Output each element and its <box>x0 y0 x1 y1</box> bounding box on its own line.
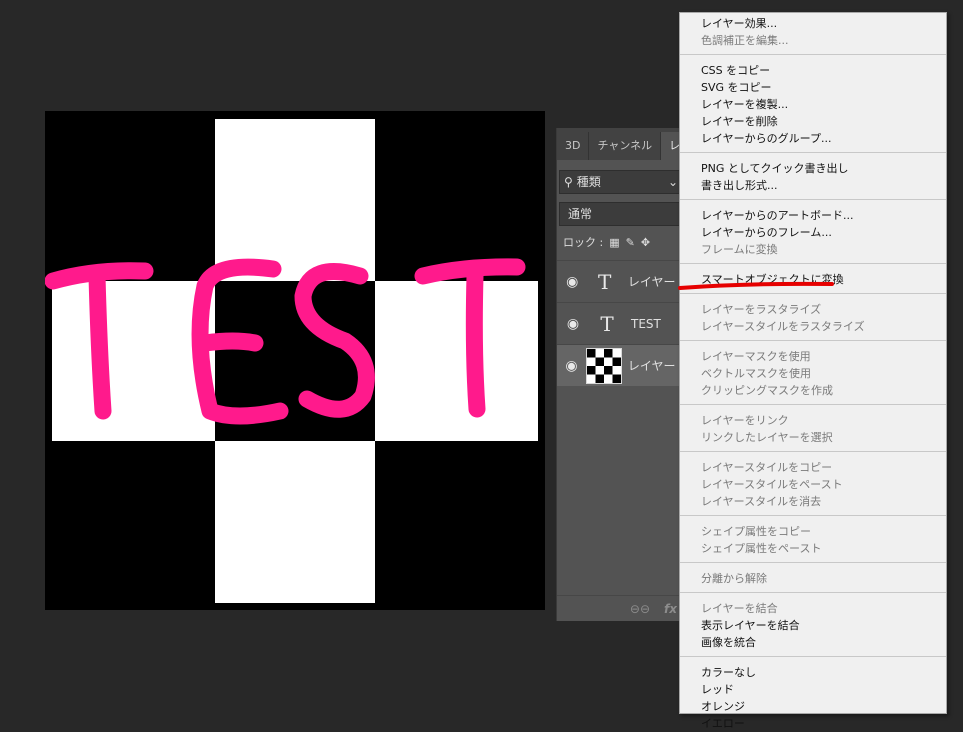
lock-move-icon[interactable]: ✥ <box>641 232 650 254</box>
menu-item[interactable]: レイヤーからのグループ... <box>680 130 946 147</box>
menu-group: シェイプ属性をコピー シェイプ属性をペースト <box>680 521 946 557</box>
fx-icon[interactable]: fx <box>664 602 677 616</box>
menu-item: リンクしたレイヤーを選択 <box>701 431 833 444</box>
menu-separator <box>680 54 946 55</box>
tab-3d[interactable]: 3D <box>557 132 590 160</box>
layer-thumbnail <box>585 347 622 384</box>
panel-footer: ⊖⊖ fx <box>557 595 687 621</box>
handwritten-test-drawing <box>45 258 526 425</box>
menu-group: カラーなし レッド オレンジ イエロー <box>680 662 946 732</box>
visibility-eye-icon[interactable]: ◉ <box>557 274 588 290</box>
menu-item: レイヤーをラスタライズ <box>701 303 822 316</box>
lock-label: ロック : <box>563 236 604 249</box>
lock-paint-icon[interactable]: ✎ <box>626 232 635 254</box>
layer-row[interactable]: ◉ レイヤー 1 <box>557 344 687 386</box>
tab-channels[interactable]: チャンネル <box>589 132 662 160</box>
menu-separator <box>680 152 946 153</box>
menu-item[interactable]: PNG としてクイック書き出し <box>680 160 946 177</box>
menu-separator <box>680 199 946 200</box>
menu-item: レイヤースタイルをペースト <box>701 478 843 491</box>
menu-item: 分離から解除 <box>701 572 767 585</box>
menu-group: 分離から解除 <box>680 568 946 587</box>
menu-item: シェイプ属性をコピー <box>701 525 811 538</box>
text-layer-icon: T <box>598 269 612 294</box>
menu-group: レイヤーからのアートボード... レイヤーからのフレーム... フレームに変換 <box>680 205 946 258</box>
menu-item[interactable]: カラーなし <box>680 664 946 681</box>
visibility-eye-icon[interactable]: ◉ <box>557 358 586 374</box>
menu-group: PNG としてクイック書き出し 書き出し形式... <box>680 158 946 194</box>
menu-group: レイヤーをラスタライズレイヤースタイルをラスタライズ <box>680 299 946 335</box>
menu-item[interactable]: レイヤーを削除 <box>680 113 946 130</box>
menu-item[interactable]: レイヤーからのフレーム... <box>680 224 946 241</box>
menu-separator <box>680 451 946 452</box>
menu-item[interactable]: レイヤーからのアートボード... <box>680 207 946 224</box>
menu-item[interactable]: 画像を統合 <box>680 634 946 651</box>
layer-name[interactable]: TEST <box>631 317 661 331</box>
menu-item[interactable]: SVG をコピー <box>680 79 946 96</box>
menu-item[interactable]: オレンジ <box>680 698 946 715</box>
menu-item[interactable]: イエロー <box>680 715 946 732</box>
menu-item[interactable]: レイヤーを複製... <box>680 96 946 113</box>
red-annotation-underline <box>678 281 834 290</box>
menu-item[interactable]: レッド <box>680 681 946 698</box>
menu-separator <box>680 656 946 657</box>
menu-item: レイヤーを結合 <box>701 602 778 615</box>
menu-item: 色調補正を編集... <box>701 34 789 47</box>
menu-item: レイヤーマスクを使用 <box>701 350 811 363</box>
menu-separator <box>680 562 946 563</box>
chevron-down-icon: ⌄ <box>667 175 678 189</box>
menu-separator <box>680 515 946 516</box>
menu-item: レイヤースタイルをコピー <box>701 461 833 474</box>
menu-item[interactable]: 表示レイヤーを結合 <box>680 617 946 634</box>
layer-row[interactable]: ◉ T TEST <box>557 302 687 344</box>
checker-thumbnail-icon <box>585 347 622 384</box>
text-layer-icon: T <box>600 311 614 336</box>
menu-item: ベクトルマスクを使用 <box>701 367 811 380</box>
blend-mode-select[interactable]: 通常 <box>559 202 685 226</box>
menu-group: レイヤーマスクを使用 ベクトルマスクを使用クリッピングマスクを作成 <box>680 346 946 399</box>
layers-panel: 3D チャンネル レイヤ ⚲ 種類 ⌄ 通常 ロック : ▦ ✎ ✥ ◉ T レ… <box>556 128 687 621</box>
menu-item: フレームに変換 <box>701 243 778 256</box>
layer-context-menu: レイヤー効果... 色調補正を編集... CSS をコピー SVG をコピー レイヤーを… <box>679 12 947 730</box>
panel-tabs: 3D チャンネル レイヤ <box>557 128 687 160</box>
link-icon[interactable]: ⊖⊖ <box>630 602 650 616</box>
menu-group: CSS をコピー SVG をコピー レイヤーを複製... レイヤーを削除 レイヤーからの… <box>680 60 946 147</box>
menu-separator <box>680 340 946 341</box>
menu-group: レイヤーを結合表示レイヤーを結合 画像を統合 <box>680 598 946 651</box>
menu-item: シェイプ属性をペースト <box>701 542 822 555</box>
menu-item: レイヤースタイルを消去 <box>701 495 822 508</box>
menu-separator <box>680 592 946 593</box>
menu-item[interactable]: CSS をコピー <box>680 62 946 79</box>
layer-row[interactable]: ◉ T レイヤー 2 <box>557 260 687 302</box>
layer-kind-filter[interactable]: ⚲ 種類 ⌄ <box>559 170 685 194</box>
search-icon: ⚲ <box>564 175 573 189</box>
menu-separator <box>680 263 946 264</box>
menu-item[interactable]: 書き出し形式... <box>680 177 946 194</box>
document-canvas[interactable] <box>45 111 545 610</box>
filter-label: 種類 <box>576 175 601 189</box>
lock-row: ロック : ▦ ✎ ✥ <box>557 232 687 254</box>
menu-item: レイヤースタイルをラスタライズ <box>701 320 865 333</box>
menu-item: クリッピングマスクを作成 <box>701 384 833 397</box>
menu-group: レイヤースタイルをコピー レイヤースタイルをペースト レイヤースタイルを消去 <box>680 457 946 510</box>
menu-separator <box>680 404 946 405</box>
menu-item[interactable]: レイヤー効果... <box>680 15 946 32</box>
menu-group: レイヤー効果... 色調補正を編集... <box>680 13 946 49</box>
lock-transparent-icon[interactable]: ▦ <box>609 232 619 254</box>
visibility-eye-icon[interactable]: ◉ <box>557 316 589 332</box>
menu-group: レイヤーをリンクリンクしたレイヤーを選択 <box>680 410 946 446</box>
menu-item: レイヤーをリンク <box>701 414 789 427</box>
